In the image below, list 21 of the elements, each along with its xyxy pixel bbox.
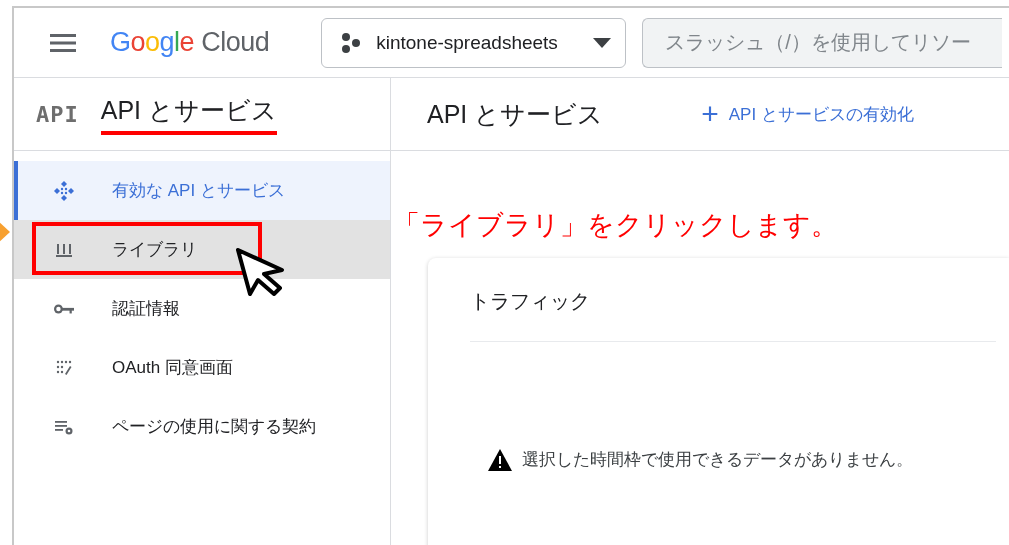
no-data-message: 選択した時間枠で使用できるデータがありません。	[522, 449, 913, 471]
sidebar-title: API とサービス	[100, 93, 277, 135]
enable-apis-button[interactable]: + API とサービスの有効化	[697, 95, 918, 133]
caret-icon	[593, 37, 612, 48]
key-icon	[54, 302, 74, 315]
search-field[interactable]: スラッシュ（/）を使用してリソー	[642, 17, 1003, 68]
card-title: トラフィック	[470, 288, 996, 342]
sidebar-item[interactable]: ページの使用に関する契約	[14, 397, 390, 456]
api-logo: API	[36, 101, 79, 127]
sidebar-item[interactable]: 認証情報	[14, 279, 390, 338]
annotation-text: 「ライブラリ」をクリックします。	[393, 212, 838, 239]
page-title: API とサービス	[427, 98, 604, 130]
sidebar-item[interactable]: 有効な API とサービス	[14, 161, 390, 220]
diamond-dots-icon	[52, 178, 76, 203]
logo[interactable]: Google Cloud	[110, 27, 270, 58]
project-selector[interactable]: kintone-spreadsheets	[321, 17, 627, 68]
sidebar-item[interactable]: OAuth 同意画面	[14, 338, 390, 397]
project-icon	[340, 31, 363, 54]
cursor-icon	[236, 248, 286, 296]
menu-icon[interactable]	[50, 32, 76, 53]
warning-icon	[488, 448, 512, 471]
